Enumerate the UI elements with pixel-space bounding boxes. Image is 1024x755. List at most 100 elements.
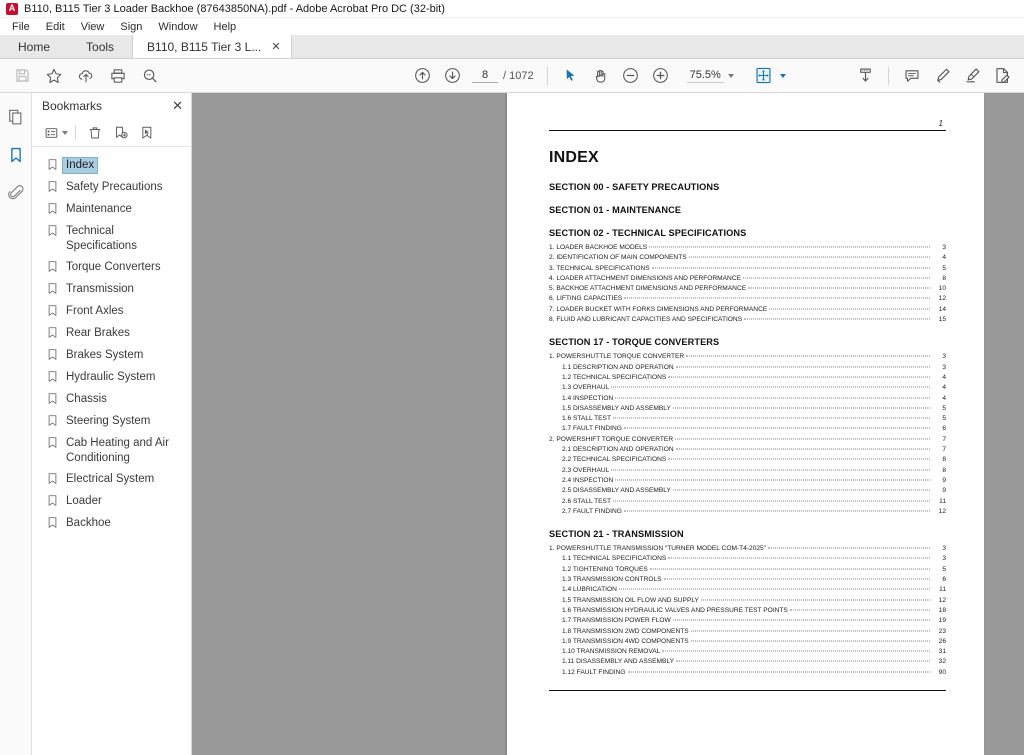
index-entry[interactable]: 1. POWERSHUTTLE TRANSMISSION “TURNER MOD… bbox=[549, 544, 946, 554]
index-entry-page: 4 bbox=[942, 394, 946, 402]
sign-pen-icon[interactable] bbox=[958, 63, 986, 89]
index-entry[interactable]: 2.2 TECHNICAL SPECIFICATIONS 8 bbox=[549, 455, 946, 465]
index-entry[interactable]: 2.1 DESCRIPTION AND OPERATION 7 bbox=[549, 445, 946, 455]
index-entry[interactable]: 2. POWERSHIFT TORQUE CONVERTER 7 bbox=[549, 435, 946, 445]
index-entry[interactable]: 1.5 DISASSEMBLY AND ASSEMBLY 5 bbox=[549, 404, 946, 414]
index-entry[interactable]: 1.1 TECHNICAL SPECIFICATIONS 3 bbox=[549, 554, 946, 564]
index-entry[interactable]: 2.6 STALL TEST 11 bbox=[549, 497, 946, 507]
index-entry[interactable]: 1.6 TRANSMISSION HYDRAULIC VALVES AND PR… bbox=[549, 606, 946, 616]
chevron-down-icon[interactable] bbox=[727, 73, 734, 78]
chevron-down-icon[interactable] bbox=[62, 130, 68, 135]
index-entry[interactable]: 1.4 INSPECTION 4 bbox=[549, 394, 946, 404]
fill-and-sign-icon[interactable] bbox=[988, 63, 1016, 89]
star-icon[interactable] bbox=[40, 63, 68, 89]
index-entry-label: 5. BACKHOE ATTACHMENT DIMENSIONS AND PER… bbox=[549, 285, 747, 293]
tab-home[interactable]: Home bbox=[0, 35, 69, 58]
index-entry[interactable]: 1.11 DISASSEMBLY AND ASSEMBLY 32 bbox=[549, 657, 946, 667]
search-icon[interactable] bbox=[136, 63, 164, 89]
zoom-level-value[interactable]: 75.5% bbox=[686, 69, 724, 83]
bookmark-item[interactable]: Backhoe bbox=[32, 513, 191, 535]
index-entry[interactable]: 1. POWERSHUTTLE TORQUE CONVERTER 3 bbox=[549, 352, 946, 362]
menu-item-help[interactable]: Help bbox=[206, 21, 245, 33]
index-entry[interactable]: 5. BACKHOE ATTACHMENT DIMENSIONS AND PER… bbox=[549, 284, 946, 294]
bookmark-item[interactable]: Transmission bbox=[32, 279, 191, 301]
save-icon[interactable] bbox=[8, 63, 36, 89]
bookmark-item[interactable]: Maintenance bbox=[32, 199, 191, 221]
close-icon[interactable]: ✕ bbox=[172, 98, 183, 114]
zoom-control[interactable]: 75.5% bbox=[686, 69, 734, 83]
bookmark-item[interactable]: Steering System bbox=[32, 411, 191, 433]
index-entry[interactable]: 1.3 TRANSMISSION CONTROLS 6 bbox=[549, 575, 946, 585]
index-entry[interactable]: 1.2 TECHNICAL SPECIFICATIONS 4 bbox=[549, 373, 946, 383]
hand-pan-icon[interactable] bbox=[587, 63, 615, 89]
bookmark-item[interactable]: Torque Converters bbox=[32, 257, 191, 279]
index-entry[interactable]: 1.4 LUBRICATION 11 bbox=[549, 585, 946, 595]
bookmark-item[interactable]: Loader bbox=[32, 491, 191, 513]
index-entry[interactable]: 1.9 TRANSMISSION 4WD COMPONENTS 26 bbox=[549, 637, 946, 647]
page-number-input[interactable] bbox=[472, 68, 498, 83]
next-page-icon[interactable] bbox=[438, 63, 466, 89]
comment-icon[interactable] bbox=[898, 63, 926, 89]
tab-document[interactable]: B110, B115 Tier 3 L... ✕ bbox=[132, 35, 292, 58]
index-entry[interactable]: 2.7 FAULT FINDING 12 bbox=[549, 507, 946, 517]
index-entry[interactable]: 1.6 STALL TEST 5 bbox=[549, 414, 946, 424]
select-bookmark-icon[interactable] bbox=[135, 122, 159, 144]
menu-item-view[interactable]: View bbox=[73, 21, 113, 33]
bookmark-item[interactable]: Technical Specifications bbox=[32, 221, 191, 257]
attachments-paperclip-icon[interactable] bbox=[3, 181, 29, 205]
delete-bookmark-icon[interactable] bbox=[83, 122, 107, 144]
bookmarks-icon[interactable] bbox=[3, 143, 29, 167]
bookmark-item[interactable]: Index bbox=[32, 155, 191, 177]
document-viewer[interactable]: 1 INDEX SECTION 00 - SAFETY PRECAUTIONS S… bbox=[192, 93, 1024, 755]
new-bookmark-icon[interactable] bbox=[109, 122, 133, 144]
bookmark-item[interactable]: Hydraulic System bbox=[32, 367, 191, 389]
menu-item-window[interactable]: Window bbox=[150, 21, 205, 33]
tab-strip: Home Tools B110, B115 Tier 3 L... ✕ bbox=[0, 35, 1024, 59]
index-entry[interactable]: 2. IDENTIFICATION OF MAIN COMPONENTS 4 bbox=[549, 253, 946, 263]
menu-item-sign[interactable]: Sign bbox=[112, 21, 150, 33]
index-entry[interactable]: 1.7 FAULT FINDING 6 bbox=[549, 424, 946, 434]
index-entry[interactable]: 6. LIFTING CAPACITIES 12 bbox=[549, 294, 946, 304]
bookmark-item[interactable]: Rear Brakes bbox=[32, 323, 191, 345]
index-entry[interactable]: 4. LOADER ATTACHMENT DIMENSIONS AND PERF… bbox=[549, 274, 946, 284]
index-entry[interactable]: 1.7 TRANSMISSION POWER FLOW 19 bbox=[549, 616, 946, 626]
bookmark-item[interactable]: Chassis bbox=[32, 389, 191, 411]
zoom-in-icon[interactable] bbox=[647, 63, 675, 89]
fit-page-chevron-icon[interactable] bbox=[779, 73, 786, 78]
close-icon[interactable]: ✕ bbox=[271, 40, 280, 53]
menu-item-edit[interactable]: Edit bbox=[38, 21, 73, 33]
zoom-out-icon[interactable] bbox=[617, 63, 645, 89]
index-entry[interactable]: 2.4 INSPECTION 9 bbox=[549, 476, 946, 486]
page-thumbnails-icon[interactable] bbox=[3, 105, 29, 129]
index-entry[interactable]: 1.2 TIGHTENING TORQUES 5 bbox=[549, 565, 946, 575]
upload-cloud-icon[interactable] bbox=[72, 63, 100, 89]
menu-item-file[interactable]: File bbox=[4, 21, 38, 33]
index-entry[interactable]: 2.3 OVERHAUL 8 bbox=[549, 466, 946, 476]
highlight-pen-icon[interactable] bbox=[928, 63, 956, 89]
bookmark-item[interactable]: Safety Precautions bbox=[32, 177, 191, 199]
index-entry[interactable]: 1.12 FAULT FINDING 90 bbox=[549, 668, 946, 678]
download-page-icon[interactable] bbox=[851, 63, 879, 89]
index-entry[interactable]: 1.10 TRANSMISSION REMOVAL 31 bbox=[549, 647, 946, 657]
tab-tools[interactable]: Tools bbox=[68, 35, 133, 58]
index-entry[interactable]: 3. TECHNICAL SPECIFICATIONS 5 bbox=[549, 264, 946, 274]
fit-page-icon[interactable] bbox=[750, 63, 778, 89]
options-list-icon[interactable] bbox=[40, 122, 64, 144]
print-icon[interactable] bbox=[104, 63, 132, 89]
bookmark-item[interactable]: Brakes System bbox=[32, 345, 191, 367]
cursor-select-icon[interactable] bbox=[557, 63, 585, 89]
index-entry[interactable]: 2.5 DISASSEMBLY AND ASSEMBLY 9 bbox=[549, 486, 946, 496]
index-entry[interactable]: 1.1 DESCRIPTION AND OPERATION 3 bbox=[549, 363, 946, 373]
pdf-index-sections: SECTION 00 - SAFETY PRECAUTIONS SECTION 0… bbox=[549, 182, 946, 678]
index-entry[interactable]: 1.5 TRANSMISSION OIL FLOW AND SUPPLY 12 bbox=[549, 596, 946, 606]
bookmark-item[interactable]: Front Axles bbox=[32, 301, 191, 323]
index-entry[interactable]: 1.3 OVERHAUL 4 bbox=[549, 383, 946, 393]
previous-page-icon[interactable] bbox=[408, 63, 436, 89]
index-entry[interactable]: 7. LOADER BUCKET WITH FORKS DIMENSIONS A… bbox=[549, 305, 946, 315]
index-entry[interactable]: 8. FLUID AND LUBRICANT CAPACITIES AND SP… bbox=[549, 315, 946, 325]
bookmark-item[interactable]: Cab Heating and Air Conditioning bbox=[32, 433, 191, 469]
index-entry[interactable]: 1.8 TRANSMISSION 2WD COMPONENTS 23 bbox=[549, 627, 946, 637]
index-entry[interactable]: 1. LOADER BACKHOE MODELS 3 bbox=[549, 243, 946, 253]
bookmark-item[interactable]: Electrical System bbox=[32, 469, 191, 491]
index-entry-page: 5 bbox=[942, 404, 946, 412]
